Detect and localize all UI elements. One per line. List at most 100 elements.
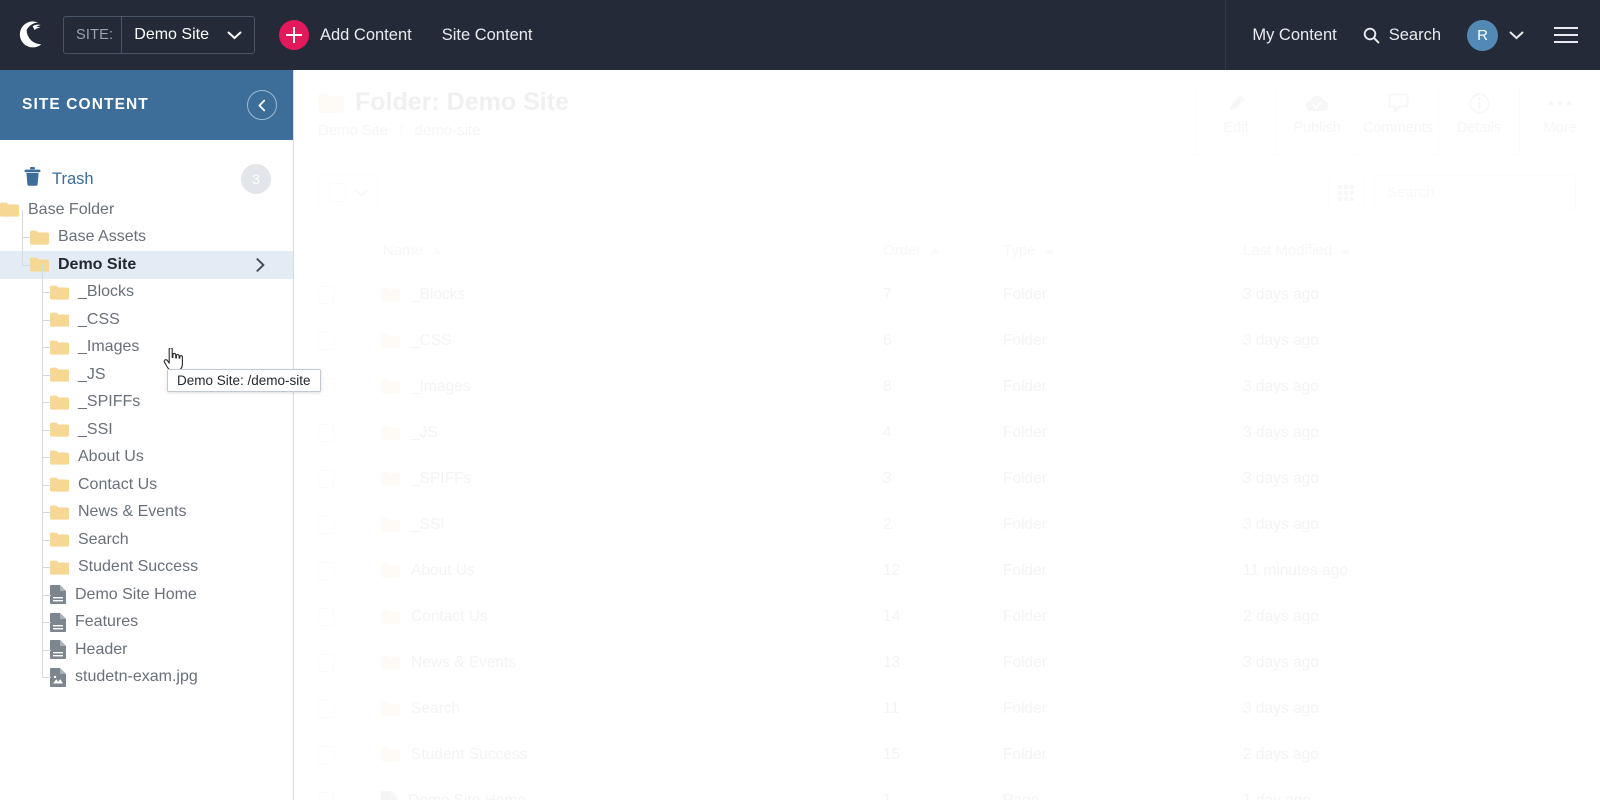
row-checkbox[interactable]: [318, 561, 334, 580]
site-content-nav-link[interactable]: Site Content: [442, 26, 533, 45]
row-checkbox[interactable]: [318, 285, 334, 304]
row-checkbox[interactable]: [318, 699, 334, 718]
tree-node-student-success[interactable]: Student Success: [0, 554, 293, 582]
row-checkbox[interactable]: [318, 607, 334, 626]
folder-icon: [50, 340, 69, 355]
folder-icon: [381, 701, 400, 716]
list-search-input[interactable]: Search: [1374, 174, 1576, 211]
table-row[interactable]: News & Events 13 Folder 3 days ago: [294, 640, 1600, 686]
table-row[interactable]: _SPIFFs 3 Folder 3 days ago: [294, 456, 1600, 502]
list-toolbar: Search: [294, 155, 1600, 230]
column-header-type[interactable]: Type: [1003, 242, 1243, 259]
table-row[interactable]: Contact Us 14 Folder 2 days ago: [294, 594, 1600, 640]
more-button[interactable]: More: [1519, 88, 1600, 154]
table-row[interactable]: _Blocks 7 Folder 3 days ago: [294, 272, 1600, 318]
row-name[interactable]: _Images: [411, 378, 470, 396]
row-name[interactable]: _CSS: [411, 332, 452, 350]
tree-node-base-assets[interactable]: Base Assets: [0, 224, 293, 252]
tree-node-spiffs[interactable]: _SPIFFs: [0, 389, 293, 417]
column-header-name[interactable]: Name: [318, 242, 883, 259]
row-name[interactable]: _Blocks: [411, 286, 465, 304]
table-row[interactable]: About Us 12 Folder 11 minutes ago: [294, 548, 1600, 594]
table-row[interactable]: _JS 4 Folder 3 days ago: [294, 410, 1600, 456]
pencil-icon: [1226, 92, 1247, 114]
row-type: Folder: [1003, 469, 1047, 487]
publish-button[interactable]: Publish: [1276, 88, 1357, 154]
my-content-link[interactable]: My Content: [1226, 26, 1362, 45]
row-checkbox[interactable]: [318, 423, 334, 442]
row-order: 13: [883, 653, 901, 671]
table-row[interactable]: _SSI 2 Folder 3 days ago: [294, 502, 1600, 548]
chevron-left-circle-icon[interactable]: [247, 90, 277, 120]
row-name[interactable]: _JS: [411, 424, 438, 442]
details-button[interactable]: Details: [1438, 88, 1519, 154]
row-checkbox[interactable]: [318, 515, 334, 534]
tree-node-label: _Blocks: [78, 283, 135, 301]
table-row[interactable]: Search 11 Folder 3 days ago: [294, 686, 1600, 732]
breadcrumb-root[interactable]: Demo Site: [318, 122, 388, 139]
tree-node-search[interactable]: Search: [0, 526, 293, 554]
content-header: Folder: Demo Site Demo Site / demo-site …: [294, 70, 1600, 155]
tree-node-css[interactable]: _CSS: [0, 306, 293, 334]
row-name[interactable]: Search: [411, 700, 460, 718]
tree-node-demo-site[interactable]: Demo Site: [0, 251, 293, 279]
user-menu[interactable]: R: [1467, 19, 1524, 51]
tree-node-label: Base Folder: [28, 200, 115, 218]
tree-node-news-events[interactable]: News & Events: [0, 499, 293, 527]
tree-node-ssi[interactable]: _SSI: [0, 416, 293, 444]
tree-node-label: Student Success: [78, 558, 199, 576]
row-name[interactable]: _SPIFFs: [411, 470, 471, 488]
tree-node-studetn-exam-jpg[interactable]: studetn-exam.jpg: [0, 664, 293, 692]
tree-node-about-us[interactable]: About Us: [0, 444, 293, 472]
column-header-order-label: Order: [883, 242, 922, 259]
sidebar-item-trash[interactable]: Trash 3: [0, 162, 293, 196]
edit-button[interactable]: Edit: [1195, 88, 1276, 154]
row-name[interactable]: _SSI: [411, 516, 445, 534]
column-header-last-modified[interactable]: Last Modified: [1243, 242, 1576, 259]
chevron-right-icon[interactable]: [256, 257, 293, 272]
row-order: 12: [883, 561, 901, 579]
table-row[interactable]: Demo Site Home 1 Page 1 day ago: [294, 778, 1600, 800]
tree-node-blocks[interactable]: _Blocks: [0, 279, 293, 307]
row-checkbox[interactable]: [318, 653, 334, 672]
tree-node-demo-site-home[interactable]: Demo Site Home: [0, 581, 293, 609]
tree-node-contact-us[interactable]: Contact Us: [0, 471, 293, 499]
row-name[interactable]: About Us: [411, 562, 475, 580]
row-type: Folder: [1003, 745, 1047, 763]
checkbox-icon[interactable]: [329, 183, 346, 202]
hamburger-menu-icon[interactable]: [1524, 26, 1600, 44]
tree-node-label: Features: [75, 613, 139, 631]
table-row[interactable]: _Images 8 Folder 3 days ago: [294, 364, 1600, 410]
row-checkbox[interactable]: [318, 745, 334, 764]
table-row[interactable]: _CSS 6 Folder 3 days ago: [294, 318, 1600, 364]
row-checkbox[interactable]: [318, 791, 334, 800]
column-header-name-label: Name: [383, 242, 424, 259]
row-name[interactable]: News & Events: [411, 654, 516, 672]
tree-node-features[interactable]: Features: [0, 609, 293, 637]
column-header-order[interactable]: Order: [883, 242, 1003, 259]
folder-icon: [30, 257, 49, 272]
tree-node-images[interactable]: _Images: [0, 334, 293, 362]
table-row[interactable]: Student Success 15 Folder 2 days ago: [294, 732, 1600, 778]
hamburger-line: [1554, 41, 1578, 44]
row-checkbox[interactable]: [318, 469, 334, 488]
cascade-moon-logo[interactable]: [0, 0, 60, 70]
site-selector[interactable]: SITE: Demo Site: [63, 16, 255, 54]
row-name[interactable]: Demo Site Home: [408, 792, 526, 800]
tree-node-base-folder[interactable]: Base Folder: [0, 196, 293, 224]
row-checkbox[interactable]: [318, 331, 334, 350]
global-search-button[interactable]: Search: [1363, 26, 1467, 45]
row-name[interactable]: Student Success: [411, 746, 527, 764]
row-order: 7: [883, 285, 892, 303]
sidebar-title: SITE CONTENT: [22, 96, 149, 113]
comments-button[interactable]: Comments: [1357, 88, 1438, 154]
tree-node-header[interactable]: Header: [0, 636, 293, 664]
folder-icon: [381, 517, 400, 532]
tree-node-label: _SPIFFs: [78, 393, 141, 411]
row-last-modified: 3 days ago: [1243, 285, 1319, 303]
select-all-dropdown[interactable]: [318, 173, 378, 212]
row-name[interactable]: Contact Us: [411, 608, 488, 626]
grid-view-icon[interactable]: [1328, 174, 1364, 211]
add-content-button[interactable]: Add Content: [278, 20, 412, 50]
content-tree: Trash 3 Base Folder Base Assets Demo Site _…: [0, 140, 293, 691]
